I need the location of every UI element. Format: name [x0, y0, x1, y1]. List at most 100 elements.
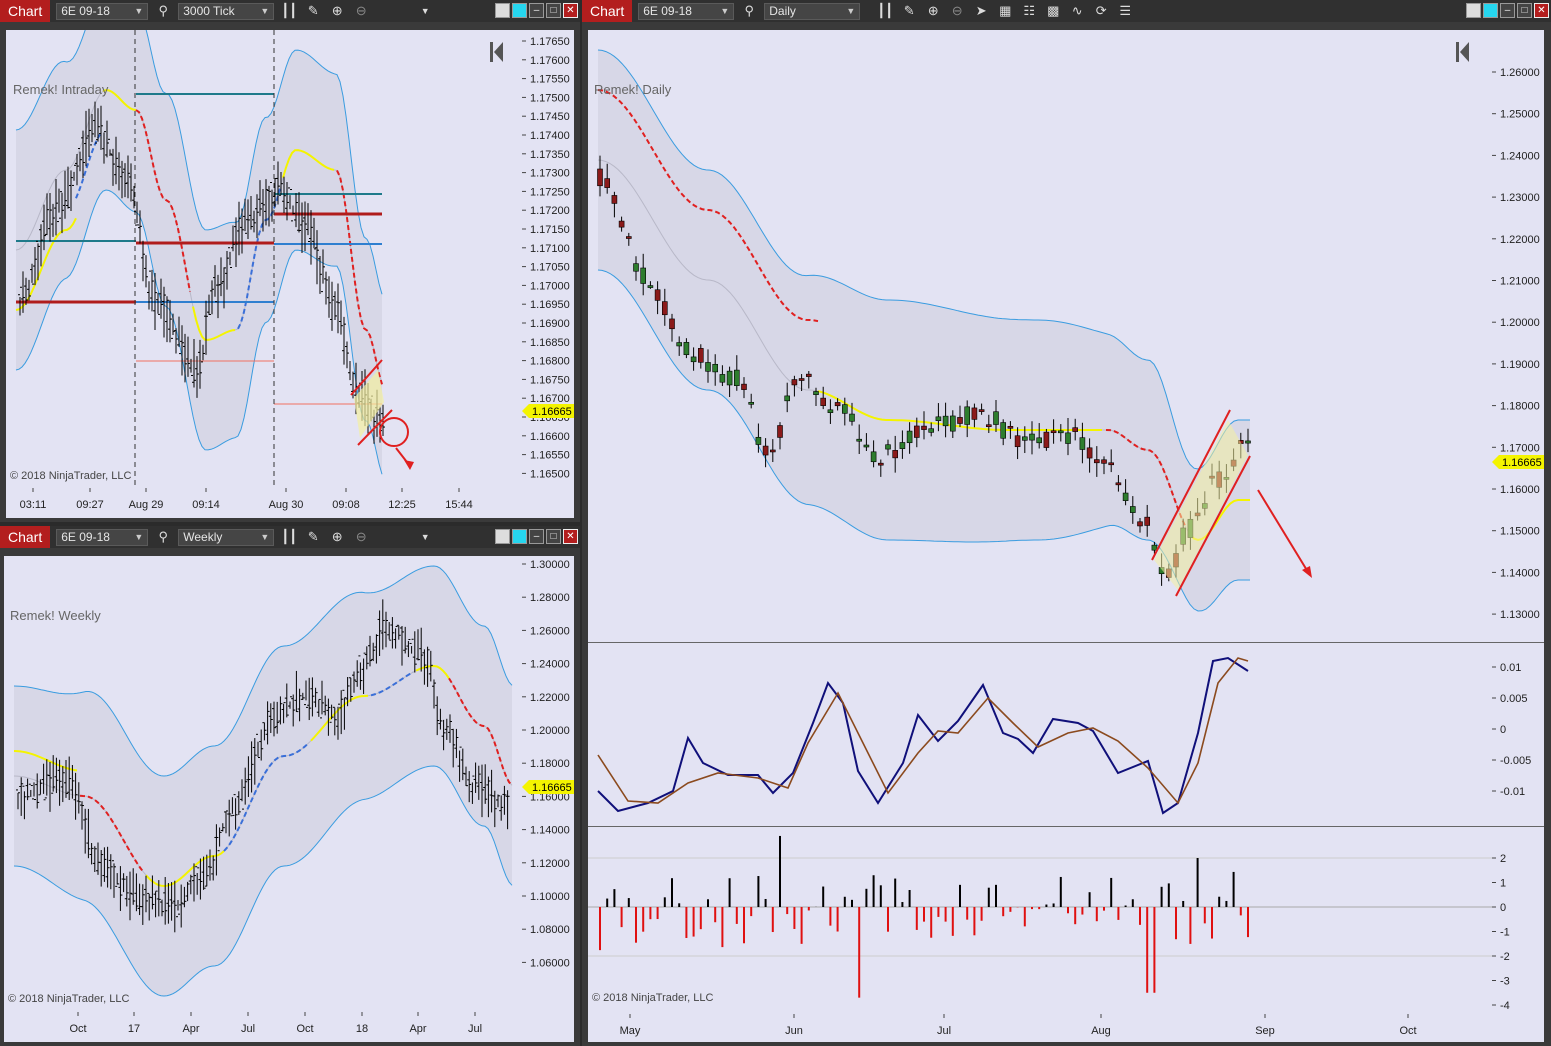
histogram-bar-negative [923, 907, 925, 922]
histogram-bar-negative [1189, 907, 1192, 944]
maximize-button[interactable]: □ [1517, 3, 1532, 18]
price-tick-label: 1.16500 [530, 468, 570, 480]
indicator-icon[interactable]: ▩ [1044, 2, 1062, 20]
time-axis-daily[interactable]: May Jun Jul Aug Sep Oct [588, 1014, 1544, 1042]
price-axis-weekly[interactable]: 1.30000 1.28000 1.26000 1.24000 1.22000 1.200… [522, 556, 574, 1012]
pencil-icon[interactable]: ✎ [304, 2, 322, 20]
list-icon[interactable]: ☰ [1116, 2, 1134, 20]
bear-candle [1050, 430, 1057, 434]
chart-tab[interactable]: Chart [0, 0, 51, 22]
chart-panel-weekly[interactable]: Remek! Weekly © 2018 NinjaTrader, LLC [4, 556, 522, 1012]
dropdown-chevron-icon[interactable]: ▼ [416, 2, 434, 20]
chart-panel-intraday[interactable]: Remek! Intraday © 2018 NinjaTrader, LLC [6, 30, 522, 488]
histogram-bar-positive [728, 878, 731, 907]
price-tick-label: 1.12000 [530, 858, 570, 870]
period-select[interactable]: 3000 Tick ▼ [178, 2, 275, 20]
histogram-bar-negative [1067, 907, 1069, 914]
instrument-select[interactable]: 6E 09-18 ▼ [56, 2, 149, 20]
minimize-button[interactable]: – [1500, 3, 1515, 18]
daily-price-chart[interactable]: Remek! Daily [588, 30, 1492, 642]
drawing-icon[interactable]: ∿ [1068, 2, 1086, 20]
histogram-bar-positive [1088, 892, 1091, 907]
price-tick-label: 1.16800 [530, 356, 570, 368]
bull-candle [1245, 440, 1251, 444]
bear-candle [669, 318, 675, 330]
histogram-bar-negative [1103, 907, 1105, 911]
instrument-select[interactable]: 6E 09-18 ▼ [56, 528, 149, 546]
close-button[interactable]: ✕ [563, 529, 578, 544]
search-icon[interactable]: ⚲ [154, 2, 172, 20]
cursor-icon[interactable]: ➤ [972, 2, 990, 20]
dropdown-chevron-icon[interactable]: ▼ [416, 528, 434, 546]
zoom-in-icon[interactable]: ⊕ [328, 2, 346, 20]
maximize-button[interactable]: □ [546, 529, 561, 544]
price-tick-label: 1.15000 [1500, 526, 1540, 538]
reload-icon[interactable]: ⟳ [1092, 2, 1110, 20]
chart-panel-daily[interactable]: Remek! Daily [588, 30, 1492, 642]
link-color-icon[interactable] [1483, 3, 1498, 18]
histogram-bar-positive [678, 903, 681, 907]
bull-candle [690, 356, 697, 363]
histogram-bar-positive [1225, 900, 1228, 907]
bars-icon[interactable]: ┃┃ [280, 2, 298, 20]
indicator-label: Remek! Intraday [13, 82, 109, 97]
bull-candle [849, 413, 855, 422]
color-box-icon[interactable] [1466, 3, 1481, 18]
price-tick-label: 1.17050 [530, 262, 570, 274]
search-icon[interactable]: ⚲ [740, 2, 758, 20]
zoom-in-icon[interactable]: ⊕ [924, 2, 942, 20]
histogram-panel[interactable]: © 2018 NinjaTrader, LLC [588, 826, 1492, 1015]
close-button[interactable]: ✕ [1534, 3, 1549, 18]
period-select[interactable]: Daily ▼ [764, 2, 861, 20]
oscillator-panel[interactable] [588, 642, 1492, 827]
histogram-bar-positive [663, 897, 666, 907]
zoom-out-icon[interactable]: ⊖ [948, 2, 966, 20]
chart-tab[interactable]: Chart [582, 0, 633, 22]
oscillator-chart[interactable] [588, 643, 1492, 827]
histogram-chart[interactable]: © 2018 NinjaTrader, LLC [588, 827, 1492, 1015]
maximize-button[interactable]: □ [546, 3, 561, 18]
bear-candle [1115, 482, 1122, 486]
zoom-out-icon[interactable]: ⊖ [352, 528, 370, 546]
close-button[interactable]: ✕ [563, 3, 578, 18]
bear-candle [834, 402, 841, 407]
histogram-axis-svg: 2 1 0 -1 -2 -3 -4 [1492, 853, 1510, 1012]
link-color-icon[interactable] [512, 3, 527, 18]
histogram-axis[interactable]: 2 1 0 -1 -2 -3 -4 [1492, 826, 1544, 1015]
bars-icon[interactable]: ┃┃ [876, 2, 894, 20]
minimize-button[interactable]: – [529, 529, 544, 544]
link-color-icon[interactable] [512, 529, 527, 544]
pencil-icon[interactable]: ✎ [304, 528, 322, 546]
oscillator-axis[interactable]: 0.01 0.005 0 -0.005 -0.01 [1492, 642, 1544, 827]
histogram-bar-negative [735, 907, 738, 924]
search-icon[interactable]: ⚲ [154, 528, 172, 546]
color-box-icon[interactable] [495, 3, 510, 18]
strategy-icon[interactable]: ☷ [1020, 2, 1038, 20]
minimize-button[interactable]: – [529, 3, 544, 18]
time-axis-intraday[interactable]: 03:11 09:27 Aug 29 09:14 Aug 30 09:08 12:25 15:… [6, 488, 574, 518]
intraday-price-chart[interactable]: Remek! Intraday © 2018 NinjaTrader, LLC [6, 30, 522, 488]
weekly-price-chart[interactable]: Remek! Weekly © 2018 NinjaTrader, LLC [4, 556, 522, 1012]
histogram-bar-negative [1153, 907, 1156, 993]
price-axis-daily[interactable]: 1.26000 1.25000 1.24000 1.23000 1.22000 1.210… [1492, 30, 1544, 642]
instrument-select[interactable]: 6E 09-18 ▼ [638, 2, 735, 20]
histogram-bar-negative [966, 907, 969, 920]
color-box-icon[interactable] [495, 529, 510, 544]
histogram-bar-negative [973, 907, 976, 936]
bear-candle [1137, 521, 1143, 527]
bear-candle [1144, 516, 1151, 526]
time-axis-weekly[interactable]: Oct 17 Apr Jul Oct 18 Apr Jul [4, 1012, 574, 1042]
price-axis-intraday[interactable]: 1.17650 1.17600 1.17550 1.17500 1.17450 1.174… [522, 30, 574, 488]
zoom-in-icon[interactable]: ⊕ [328, 528, 346, 546]
data-box-icon[interactable]: ▦ [996, 2, 1014, 20]
time-tick-label: 09:14 [192, 499, 220, 511]
histogram-bar-negative [620, 907, 623, 928]
pencil-icon[interactable]: ✎ [900, 2, 918, 20]
arrow-shaft [1257, 489, 1309, 573]
chart-tab[interactable]: Chart [0, 526, 51, 548]
bear-candle [611, 195, 618, 204]
histogram-bar-negative [743, 907, 745, 944]
period-select[interactable]: Weekly ▼ [178, 528, 275, 546]
zoom-out-icon[interactable]: ⊖ [352, 2, 370, 20]
bars-icon[interactable]: ┃┃ [280, 528, 298, 546]
